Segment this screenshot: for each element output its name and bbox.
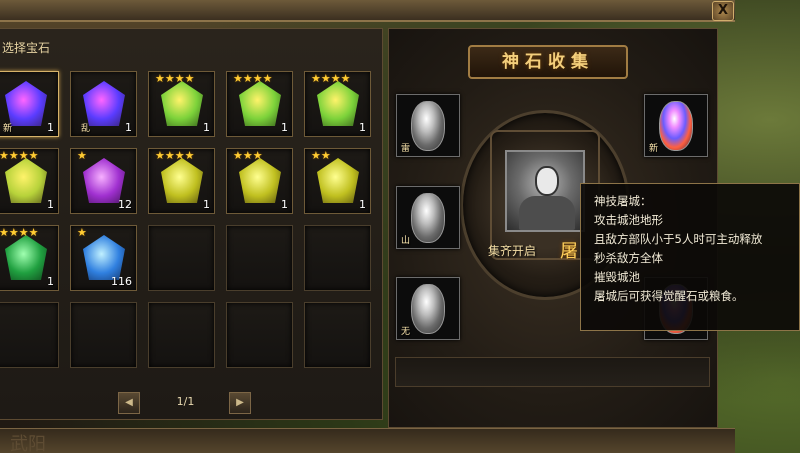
- star-rating: ★★★★: [155, 149, 195, 162]
- close-button[interactable]: X: [712, 1, 734, 21]
- gem-count: 1: [47, 198, 54, 211]
- yellow-cluster-gem-icon: [239, 158, 281, 203]
- slot-tag: 雷: [401, 144, 411, 154]
- gem-count: 1: [359, 198, 366, 211]
- empty-gem-slot[interactable]: [304, 302, 371, 368]
- tooltip-line: 屠城后可获得觉醒石或粮食。: [594, 289, 744, 303]
- page-indicator: 1/1: [176, 395, 195, 408]
- gem-tag: 乱: [81, 124, 91, 134]
- star-rating: ★: [77, 226, 87, 239]
- window-bottom-frame: [0, 428, 735, 453]
- gem-slot[interactable]: ★★★★ 1: [148, 71, 215, 137]
- grey-gem-icon: [411, 193, 445, 243]
- empty-gem-slot[interactable]: [304, 225, 371, 291]
- prev-page-button[interactable]: ◀: [118, 392, 140, 414]
- collection-title: 神石收集: [468, 45, 628, 79]
- gem-slot[interactable]: ★★★★ 1: [148, 148, 215, 214]
- skill-tooltip: 神技屠城： 攻击城池地形且敌方部队小于5人时可主动释放 秒杀敌方全体 摧毁城池屠城后可…: [580, 183, 800, 331]
- gem-slot[interactable]: ★★★★ 1: [0, 148, 59, 214]
- collection-slot-left-2[interactable]: 山: [396, 186, 460, 249]
- tooltip-line: 且敌方部队小于5人时可主动释放: [594, 232, 763, 246]
- gem-count: 1: [281, 198, 288, 211]
- tooltip-line: 秒杀敌方全体: [594, 251, 663, 265]
- gem-slot[interactable]: ★★★ 1: [226, 148, 293, 214]
- collection-bottom-bar: [395, 357, 710, 387]
- grey-gem-icon: [411, 101, 445, 151]
- empty-gem-slot[interactable]: [226, 225, 293, 291]
- star-rating: ★★: [311, 149, 331, 162]
- gem-count: 1: [203, 198, 210, 211]
- star-rating: ★★★★: [0, 226, 39, 239]
- gem-selection-panel: 选择宝石 1 新 1 乱 ★★★★ 1 ★★★★ 1 ★★★★ 1 ★★★★ 1 ★ 12 ★★★★ 1 ★★★…: [0, 28, 383, 420]
- slot-tag: 无: [401, 327, 411, 337]
- panel-title: 选择宝石: [2, 41, 51, 55]
- gem-slot[interactable]: ★ 116: [70, 225, 137, 291]
- gem-count: 12: [118, 198, 132, 211]
- yellow-green-diamond-gem-icon: [161, 81, 203, 126]
- grey-gem-icon: [411, 284, 445, 334]
- gem-slot[interactable]: 1乱: [70, 71, 137, 137]
- unlock-label: 集齐开启: [488, 244, 537, 258]
- gem-slot[interactable]: ★★★★ 1: [0, 225, 59, 291]
- collection-slot-left-3[interactable]: 无: [396, 277, 460, 340]
- general-portrait[interactable]: [505, 150, 585, 232]
- gem-count: 1: [125, 121, 132, 134]
- gem-tag: 新: [3, 124, 13, 134]
- rainbow-gem-icon: [659, 101, 693, 151]
- star-rating: ★★★★: [233, 72, 273, 85]
- empty-gem-slot[interactable]: [70, 302, 137, 368]
- yellow-green-diamond-gem-icon: [239, 81, 281, 126]
- star-rating: ★: [77, 149, 87, 162]
- star-rating: ★★★★: [311, 72, 351, 85]
- green-emerald-gem-icon: [5, 235, 47, 280]
- tooltip-line: 攻击城池地形: [594, 213, 663, 227]
- unlock-skill-name: 屠: [560, 241, 578, 262]
- gem-grid: 1 新 1 乱 ★★★★ 1 ★★★★ 1 ★★★★ 1 ★★★★ 1 ★ 12 ★★★★ 1 ★★★ 1 ★★ 1 ★…: [0, 71, 371, 368]
- gem-count: 1: [47, 121, 54, 134]
- window-top-frame: [0, 0, 735, 22]
- gem-count: 1: [47, 275, 54, 288]
- gem-slot[interactable]: ★ 12: [70, 148, 137, 214]
- empty-gem-slot[interactable]: [0, 302, 59, 368]
- slot-tag: 山: [401, 236, 411, 246]
- empty-gem-slot[interactable]: [148, 225, 215, 291]
- gem-count: 1: [203, 121, 210, 134]
- gem-slot[interactable]: ★★★★ 1: [304, 71, 371, 137]
- portrait-head-shape: [535, 166, 559, 196]
- collection-slot-left-1[interactable]: 雷: [396, 94, 460, 157]
- collection-slot-right-1[interactable]: 新: [644, 94, 708, 157]
- next-page-button[interactable]: ▶: [229, 392, 251, 414]
- tooltip-line: 神技屠城：: [594, 194, 652, 208]
- bottom-watermark-text: 武阳: [10, 434, 46, 453]
- yellow-cluster-gem-icon: [161, 158, 203, 203]
- star-rating: ★★★★: [0, 149, 39, 162]
- empty-gem-slot[interactable]: [148, 302, 215, 368]
- gem-slot[interactable]: ★★★★ 1: [226, 71, 293, 137]
- pagination: ◀ 1/1 ▶: [118, 392, 253, 414]
- gem-count: 1: [281, 121, 288, 134]
- gem-slot[interactable]: 1新: [0, 71, 59, 137]
- portrait-body-shape: [519, 196, 575, 230]
- gem-slot[interactable]: ★★ 1: [304, 148, 371, 214]
- yellow-green-diamond-gem-icon: [5, 158, 47, 203]
- gem-count: 116: [111, 275, 132, 288]
- star-rating: ★★★: [233, 149, 263, 162]
- slot-tag: 新: [649, 144, 659, 154]
- yellow-cluster-gem-icon: [317, 158, 359, 203]
- empty-gem-slot[interactable]: [226, 302, 293, 368]
- star-rating: ★★★★: [155, 72, 195, 85]
- gem-count: 1: [359, 121, 366, 134]
- yellow-green-diamond-gem-icon: [317, 81, 359, 126]
- tooltip-line: 摧毁城池: [594, 270, 640, 284]
